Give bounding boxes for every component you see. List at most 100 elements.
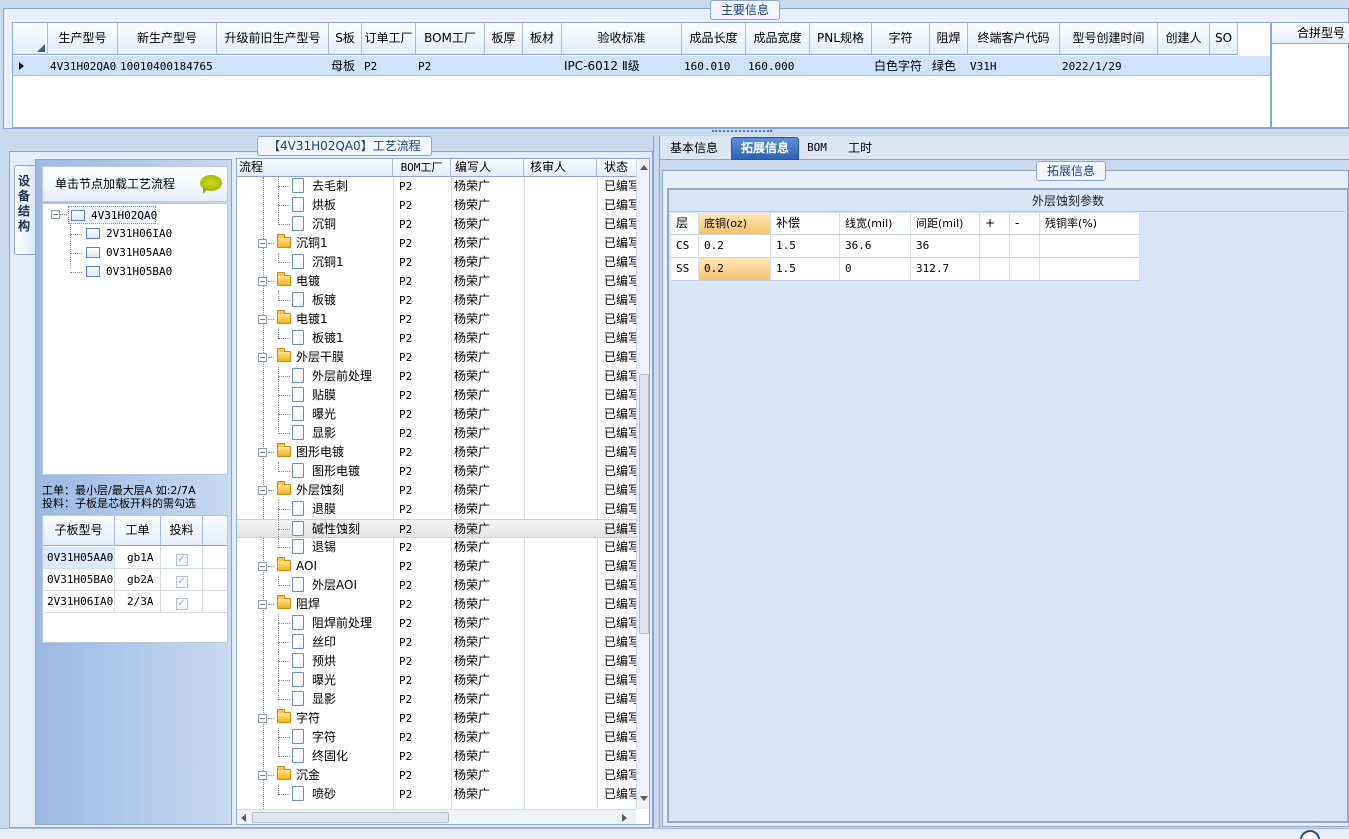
feed-checkbox[interactable]: ✓ <box>175 576 188 588</box>
subboard-row[interactable]: 0V31H05AA0 gb1A ✓ <box>43 547 227 569</box>
process-row[interactable]: 曝光 P2 杨荣广 已编写 <box>237 671 649 690</box>
process-row[interactable]: 沉铜 P2 杨荣广 已编写 <box>237 215 649 234</box>
etch-cell[interactable] <box>1010 258 1040 281</box>
etch-col-header[interactable]: 层 <box>671 213 699 235</box>
process-row[interactable]: 贴膜 P2 杨荣广 已编写 <box>237 386 649 405</box>
scroll-left-icon[interactable] <box>241 814 246 822</box>
load-flow-hint[interactable]: 单击节点加载工艺流程 <box>42 166 228 202</box>
etch-cell[interactable]: 0.2 <box>699 235 771 258</box>
main-col-header[interactable]: 验收标准 <box>562 23 682 55</box>
tab-equipment-structure[interactable]: 设备结构 <box>14 165 36 255</box>
subboard-row[interactable]: 0V31H05BA0 gb2A ✓ <box>43 569 227 591</box>
collapse-toggle[interactable]: − <box>258 239 267 248</box>
collapse-toggle[interactable]: − <box>51 210 60 219</box>
process-row[interactable]: − 外层干膜 P2 杨荣广 已编写 <box>237 348 649 367</box>
etch-cell[interactable]: 312.7 <box>911 258 980 281</box>
process-row[interactable]: − 图形电镀 P2 杨荣广 已编写 <box>237 443 649 462</box>
main-col-header[interactable]: 阻焊 <box>930 23 968 55</box>
main-col-header[interactable]: 订单工厂 <box>362 23 416 55</box>
process-row[interactable]: 碱性蚀刻 P2 杨荣广 已编写 <box>237 519 649 539</box>
etch-cell[interactable] <box>1040 235 1140 258</box>
process-row[interactable]: 外层AOI P2 杨荣广 已编写 <box>237 576 649 595</box>
hscroll-thumb[interactable] <box>252 812 449 823</box>
process-row[interactable]: 板镀 P2 杨荣广 已编写 <box>237 291 649 310</box>
process-row[interactable]: − 电镀 P2 杨荣广 已编写 <box>237 272 649 291</box>
process-row[interactable]: 板镀1 P2 杨荣广 已编写 <box>237 329 649 348</box>
scroll-down-icon[interactable] <box>640 796 648 801</box>
collapse-toggle[interactable]: − <box>258 315 267 324</box>
etch-col-header[interactable]: 补偿 <box>771 213 840 235</box>
main-col-header[interactable]: 生产型号 <box>48 23 118 55</box>
etch-cell[interactable]: 0 <box>840 258 911 281</box>
feed-checkbox[interactable]: ✓ <box>175 554 188 566</box>
process-row[interactable]: − 沉铜1 P2 杨荣广 已编写 <box>237 234 649 253</box>
main-col-header[interactable]: 板材 <box>523 23 562 55</box>
collapse-toggle[interactable]: − <box>258 714 267 723</box>
main-col-header[interactable]: 新生产型号 <box>118 23 217 55</box>
process-row[interactable]: 阻焊前处理 P2 杨荣广 已编写 <box>237 614 649 633</box>
collapse-toggle[interactable]: − <box>258 448 267 457</box>
etch-cell[interactable] <box>980 235 1010 258</box>
grid-row-selected[interactable]: 4V31H02QA0 10010400184765 母板 P2 P2 IPC-6012 Ⅱ… <box>13 56 1270 76</box>
etch-cell[interactable] <box>1040 258 1140 281</box>
subboard-row[interactable]: 2V31H06IA0 2/3A ✓ <box>43 591 227 613</box>
structure-node[interactable]: 0V31H05BA0 <box>84 263 172 281</box>
process-hscrollbar[interactable] <box>237 809 636 824</box>
scroll-right-icon[interactable] <box>622 814 627 822</box>
collapse-toggle[interactable]: − <box>258 353 267 362</box>
etch-col-header[interactable]: - <box>1010 213 1040 235</box>
etch-cell[interactable] <box>980 258 1010 281</box>
main-col-header[interactable]: 型号创建时间 <box>1060 23 1158 55</box>
main-col-header[interactable]: 成品长度 <box>682 23 746 55</box>
main-col-header[interactable]: 升级前旧生产型号 <box>217 23 329 55</box>
structure-node[interactable]: 0V31H05AA0 <box>84 244 172 262</box>
process-row[interactable]: 喷砂 P2 杨荣广 已编写 <box>237 785 649 804</box>
process-row[interactable]: 显影 P2 杨荣广 已编写 <box>237 690 649 709</box>
etch-col-header[interactable]: 底铜(oz) <box>699 213 771 235</box>
main-col-header[interactable]: S板 <box>329 23 362 55</box>
structure-node[interactable]: 4V31H02QA0 <box>68 206 157 224</box>
process-row[interactable]: − 沉金 P2 杨荣广 已编写 <box>237 766 649 785</box>
tab-0[interactable]: 基本信息 <box>664 139 724 159</box>
etch-col-header[interactable]: 残铜率(%) <box>1040 213 1140 235</box>
vertical-splitter[interactable] <box>653 136 660 828</box>
splitter-top-handle[interactable] <box>712 130 772 135</box>
etch-cell[interactable]: 36 <box>911 235 980 258</box>
structure-node[interactable]: 2V31H06IA0 <box>84 225 172 243</box>
etch-cell[interactable]: 36.6 <box>840 235 911 258</box>
main-col-header[interactable]: 终端客户代码 <box>968 23 1060 55</box>
etch-cell[interactable]: 1.5 <box>771 258 840 281</box>
collapse-toggle[interactable]: − <box>258 486 267 495</box>
etch-col-header[interactable]: 线宽(mil) <box>840 213 911 235</box>
process-row[interactable]: 外层前处理 P2 杨荣广 已编写 <box>237 367 649 386</box>
process-row[interactable]: 终固化 P2 杨荣广 已编写 <box>237 747 649 766</box>
main-col-header[interactable]: 板厚 <box>485 23 523 55</box>
tab-2[interactable]: BOM <box>802 139 832 159</box>
process-row[interactable]: 图形电镀 P2 杨荣广 已编写 <box>237 462 649 481</box>
process-row[interactable]: 丝印 P2 杨荣广 已编写 <box>237 633 649 652</box>
main-col-header[interactable]: SO <box>1210 23 1238 55</box>
process-row[interactable]: 预烘 P2 杨荣广 已编写 <box>237 652 649 671</box>
etch-col-header[interactable]: + <box>980 213 1010 235</box>
main-col-header[interactable]: 成品宽度 <box>746 23 810 55</box>
scroll-up-icon[interactable] <box>640 165 648 170</box>
scroll-thumb[interactable] <box>639 374 649 634</box>
main-col-header[interactable]: 字符 <box>872 23 930 55</box>
process-vscrollbar[interactable] <box>636 159 649 809</box>
process-row[interactable]: 沉铜1 P2 杨荣广 已编写 <box>237 253 649 272</box>
process-row[interactable]: 退膜 P2 杨荣广 已编写 <box>237 500 649 519</box>
process-row[interactable]: 烘板 P2 杨荣广 已编写 <box>237 196 649 215</box>
process-row[interactable]: 字符 P2 杨荣广 已编写 <box>237 728 649 747</box>
main-col-header[interactable]: PNL规格 <box>810 23 872 55</box>
collapse-toggle[interactable]: − <box>258 771 267 780</box>
process-row[interactable]: − 电镀1 P2 杨荣广 已编写 <box>237 310 649 329</box>
process-row[interactable]: 曝光 P2 杨荣广 已编写 <box>237 405 649 424</box>
etch-cell[interactable]: 1.5 <box>771 235 840 258</box>
etch-cell[interactable]: 0.2 <box>699 258 771 281</box>
process-row[interactable]: − AOI P2 杨荣广 已编写 <box>237 557 649 576</box>
collapse-toggle[interactable]: − <box>258 600 267 609</box>
feed-checkbox[interactable]: ✓ <box>175 598 188 610</box>
etch-col-header[interactable]: 间距(mil) <box>911 213 980 235</box>
collapse-toggle[interactable]: − <box>258 277 267 286</box>
tab-1[interactable]: 拓展信息 <box>731 137 799 160</box>
